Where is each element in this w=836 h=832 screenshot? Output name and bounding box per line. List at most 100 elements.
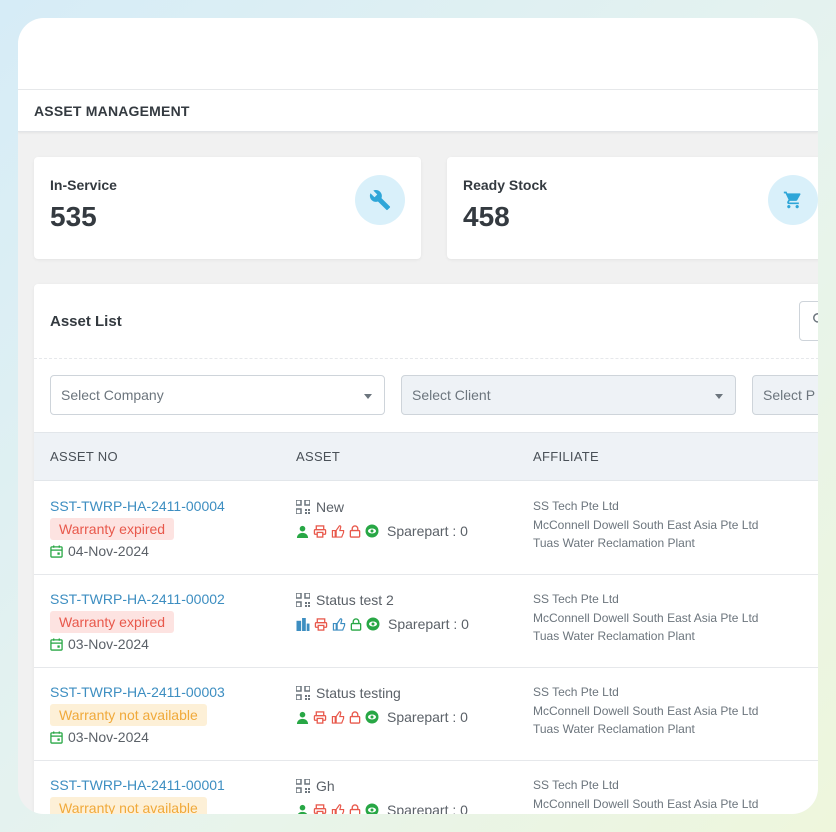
- table-row: SST-TWRP-HA-2411-00002 Warranty expired 03…: [34, 575, 818, 668]
- asset-list-card: Asset List Select Company Select Client …: [34, 284, 818, 814]
- stat-card-in-service: In-Service 535: [34, 157, 421, 259]
- card-divider: [34, 358, 818, 359]
- stat-value: 535: [50, 201, 97, 232]
- sparepart-count: Sparepart : 0: [387, 709, 468, 725]
- qr-code-icon: [296, 593, 310, 607]
- calendar-icon: [50, 637, 63, 651]
- wrench-icon: [355, 175, 405, 225]
- warranty-badge: Warranty expired: [50, 518, 175, 540]
- asset-date-text: 03-Nov-2024: [68, 729, 149, 745]
- lock-icon: [350, 617, 362, 631]
- printer-icon: [313, 710, 327, 724]
- calendar-icon: [50, 544, 63, 558]
- affiliate-line: Tuas Water Reclamation Plant: [533, 629, 695, 643]
- warranty-badge: Warranty not available: [50, 704, 207, 726]
- select-client-placeholder: Select Client: [412, 387, 491, 403]
- affiliate-line: SS Tech Pte Ltd: [533, 592, 619, 606]
- sparepart-count: Sparepart : 0: [388, 616, 469, 632]
- person-icon: [296, 525, 309, 538]
- stat-card-ready-stock: Ready Stock 458: [447, 157, 818, 259]
- thumbs-up-icon: [331, 803, 345, 814]
- qr-code-icon: [296, 500, 310, 514]
- search-icon: [812, 312, 818, 326]
- lock-icon: [349, 803, 361, 814]
- qr-code-icon: [296, 779, 310, 793]
- affiliate-list: SS Tech Pte Ltd McConnell Dowell South Ea…: [533, 683, 758, 739]
- table-row: SST-TWRP-HA-2411-00001 Warranty not avail…: [34, 761, 818, 814]
- affiliate-line: SS Tech Pte Ltd: [533, 778, 619, 792]
- asset-no-link[interactable]: SST-TWRP-HA-2411-00002: [50, 591, 225, 607]
- building-icon: [296, 617, 310, 631]
- chevron-down-icon: [715, 394, 723, 399]
- asset-name: Status testing: [296, 685, 401, 701]
- asset-status-icons: Sparepart : 0: [296, 802, 468, 814]
- asset-date: 04-Nov-2024: [50, 543, 149, 559]
- affiliate-line: McConnell Dowell South East Asia Pte Ltd: [533, 610, 759, 625]
- affiliate-line: SS Tech Pte Ltd: [533, 685, 619, 699]
- chevron-down-icon: [364, 394, 372, 399]
- eye-icon: [366, 617, 380, 631]
- stat-value: 458: [463, 201, 510, 232]
- lock-icon: [349, 710, 361, 724]
- asset-status-icons: Sparepart : 0: [296, 709, 468, 725]
- asset-date: 03-Nov-2024: [50, 729, 149, 745]
- asset-name: Gh: [296, 778, 335, 794]
- eye-icon: [365, 803, 379, 814]
- affiliate-list: SS Tech Pte Ltd McConnell Dowell South Ea…: [533, 776, 758, 813]
- asset-name-text: Status test 2: [316, 592, 394, 608]
- asset-no-link[interactable]: SST-TWRP-HA-2411-00004: [50, 498, 225, 514]
- asset-date: 03-Nov-2024: [50, 636, 149, 652]
- stat-label: In-Service: [50, 177, 117, 193]
- select-project[interactable]: Select P: [752, 375, 818, 415]
- asset-no-link[interactable]: SST-TWRP-HA-2411-00001: [50, 777, 225, 793]
- affiliate-line: McConnell Dowell South East Asia Pte Ltd: [533, 703, 759, 718]
- thumbs-up-icon: [331, 710, 345, 724]
- page-header: ASSET MANAGEMENT: [18, 90, 818, 132]
- affiliate-line: Tuas Water Reclamation Plant: [533, 536, 695, 550]
- asset-status-icons: Sparepart : 0: [296, 616, 469, 632]
- lock-icon: [349, 524, 361, 538]
- column-header-asset[interactable]: ASSET: [296, 449, 340, 464]
- affiliate-line: McConnell Dowell South East Asia Pte Ltd: [533, 517, 759, 532]
- top-navbar: [18, 18, 818, 90]
- stat-label: Ready Stock: [463, 177, 548, 193]
- asset-name-text: Gh: [316, 778, 335, 794]
- warranty-badge: Warranty not available: [50, 797, 207, 814]
- asset-date-text: 04-Nov-2024: [68, 543, 149, 559]
- asset-name-text: New: [316, 499, 345, 515]
- cart-icon: [768, 175, 818, 225]
- affiliate-line: Tuas Water Reclamation Plant: [533, 722, 695, 736]
- column-header-asset-no[interactable]: ASSET NO: [50, 449, 118, 464]
- eye-icon: [365, 524, 379, 538]
- app-frame: ASSET MANAGEMENT In-Service 535 Ready St…: [18, 18, 818, 814]
- sparepart-count: Sparepart : 0: [387, 802, 468, 814]
- person-icon: [296, 711, 309, 724]
- sparepart-count: Sparepart : 0: [387, 523, 468, 539]
- select-client[interactable]: Select Client: [401, 375, 736, 415]
- printer-icon: [314, 617, 328, 631]
- select-project-placeholder: Select P: [763, 387, 816, 403]
- select-company-placeholder: Select Company: [61, 387, 164, 403]
- qr-code-icon: [296, 686, 310, 700]
- table-row: SST-TWRP-HA-2411-00003 Warranty not avail…: [34, 668, 818, 761]
- affiliate-list: SS Tech Pte Ltd McConnell Dowell South Ea…: [533, 590, 758, 646]
- asset-name: Status test 2: [296, 592, 394, 608]
- select-company[interactable]: Select Company: [50, 375, 385, 415]
- printer-icon: [313, 803, 327, 814]
- asset-list-title: Asset List: [50, 313, 122, 330]
- affiliate-line: McConnell Dowell South East Asia Pte Ltd: [533, 796, 759, 811]
- asset-name-text: Status testing: [316, 685, 401, 701]
- warranty-badge: Warranty expired: [50, 611, 175, 633]
- printer-icon: [313, 524, 327, 538]
- search-button[interactable]: [799, 301, 818, 341]
- affiliate-line: SS Tech Pte Ltd: [533, 499, 619, 513]
- asset-name: New: [296, 499, 344, 515]
- asset-status-icons: Sparepart : 0: [296, 523, 468, 539]
- thumbs-up-icon: [331, 524, 345, 538]
- eye-icon: [365, 710, 379, 724]
- table-row: SST-TWRP-HA-2411-00004 Warranty expired 04…: [34, 482, 818, 575]
- affiliate-list: SS Tech Pte Ltd McConnell Dowell South Ea…: [533, 497, 758, 553]
- asset-no-link[interactable]: SST-TWRP-HA-2411-00003: [50, 684, 225, 700]
- thumbs-up-icon: [332, 617, 346, 631]
- column-header-affiliate[interactable]: AFFILIATE: [533, 449, 599, 464]
